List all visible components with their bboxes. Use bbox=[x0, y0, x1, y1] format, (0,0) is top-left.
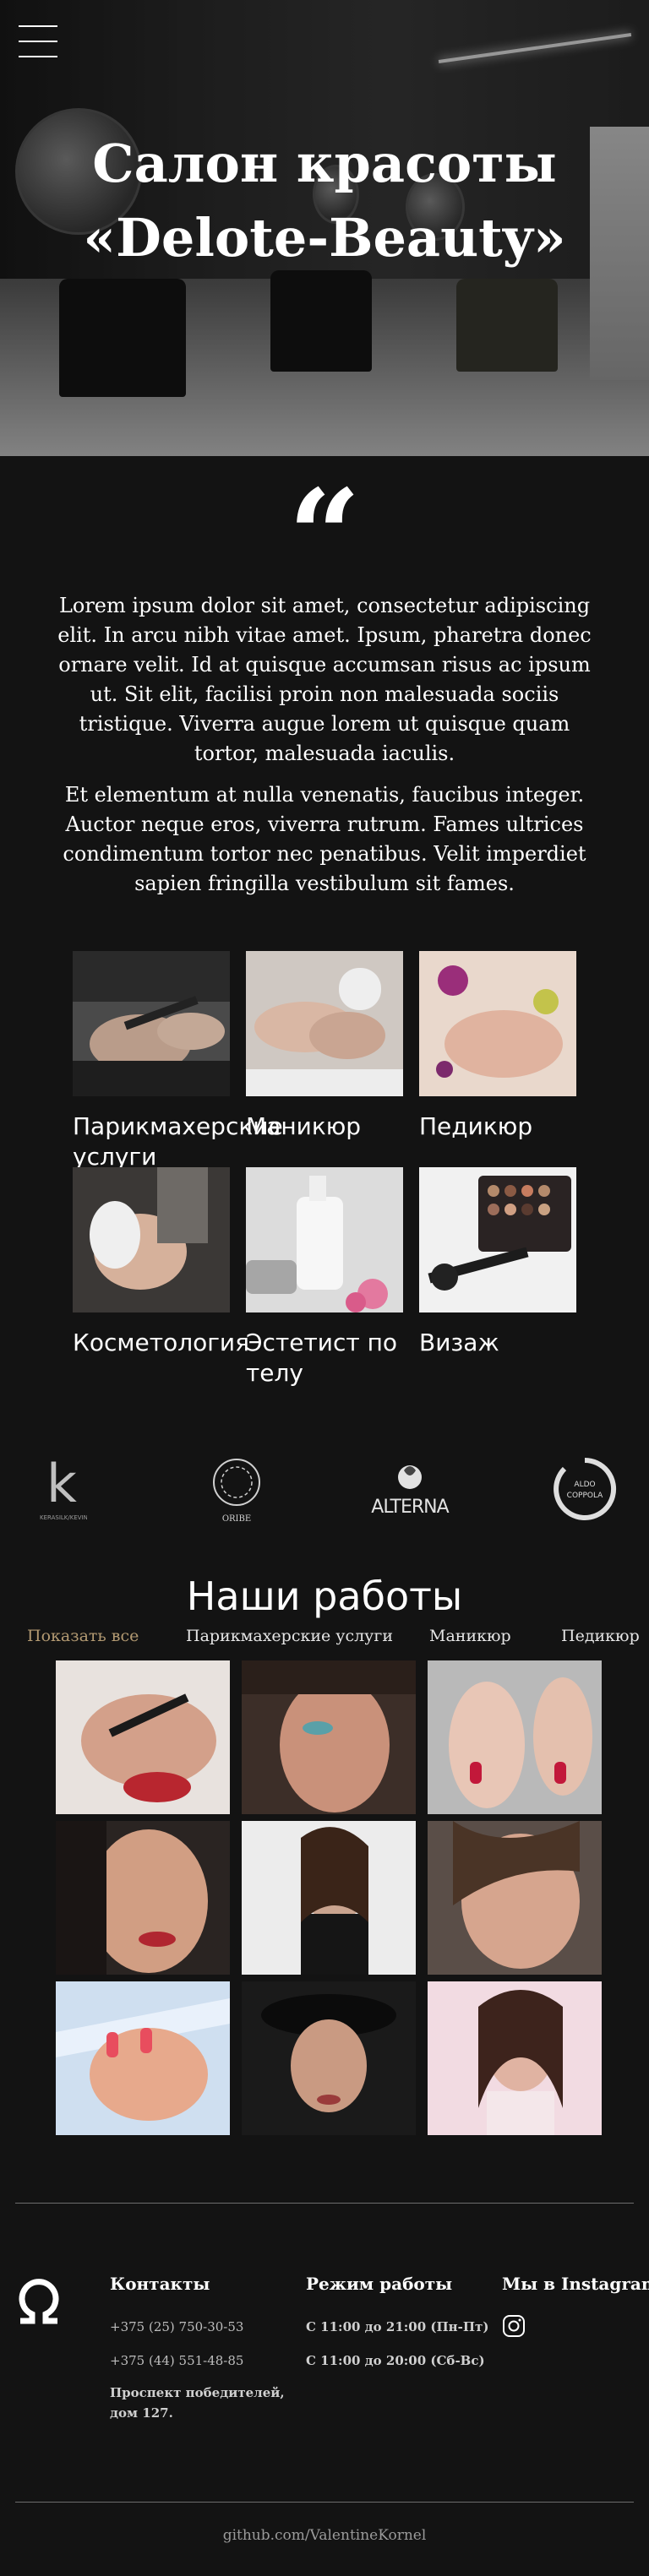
service-label: Эстетист по телу bbox=[246, 1329, 398, 1387]
gallery-item[interactable] bbox=[56, 1821, 230, 1975]
footer-divider-bottom bbox=[15, 2502, 634, 2503]
gallery-item[interactable] bbox=[242, 1821, 416, 1975]
service-image-hairdressing bbox=[73, 951, 230, 1096]
works-title: Наши работы bbox=[186, 1573, 463, 1619]
service-image-manicure bbox=[246, 951, 403, 1096]
quote-text: Lorem ipsum dolor sit amet, consectetur … bbox=[57, 591, 592, 910]
quote-paragraph-2: Et elementum at nulla venenatis, faucibu… bbox=[63, 783, 586, 895]
omega-logo-icon bbox=[12, 2272, 66, 2326]
hero-title-line1: Салон красоты bbox=[92, 133, 557, 194]
gallery-item[interactable] bbox=[56, 1981, 230, 2135]
footer-address-2: дом 127. bbox=[110, 2405, 173, 2421]
service-label: Парикмахерские услуги bbox=[73, 1112, 283, 1171]
service-card-makeup[interactable]: Визаж bbox=[419, 1167, 576, 1358]
service-card-cosmetology[interactable]: Косметология bbox=[73, 1167, 249, 1358]
service-label: Косметология bbox=[73, 1329, 249, 1356]
quote-paragraph-1: Lorem ipsum dolor sit amet, consectetur … bbox=[57, 594, 592, 765]
gallery-item[interactable] bbox=[56, 1660, 230, 1814]
footer-contacts-title: Контакты bbox=[110, 2274, 210, 2294]
service-label: Педикюр bbox=[419, 1112, 533, 1140]
service-label: Визаж bbox=[419, 1329, 499, 1356]
brand-logo-alterna: ALTERNA bbox=[355, 1451, 465, 1527]
service-image-body-esthetics bbox=[246, 1167, 403, 1312]
gallery-item[interactable] bbox=[242, 1660, 416, 1814]
filter-tab-hairdressing[interactable]: Парикмахерские услуги bbox=[186, 1627, 393, 1645]
service-card-pedicure[interactable]: Педикюр bbox=[419, 951, 576, 1142]
footer-divider-top bbox=[15, 2203, 634, 2204]
service-card-hairdressing[interactable]: Парикмахерские услуги bbox=[73, 951, 283, 1172]
footer-hours-title: Режим работы bbox=[306, 2274, 453, 2294]
footer-hours-weekend: С 11:00 до 20:00 (Сб-Вс) bbox=[306, 2353, 485, 2368]
service-image-cosmetology bbox=[73, 1167, 230, 1312]
brand-logo-k: k KERASILK/KEVIN bbox=[34, 1451, 93, 1527]
service-card-manicure[interactable]: Маникюр bbox=[246, 951, 403, 1142]
hamburger-menu-icon[interactable] bbox=[19, 25, 57, 64]
brand-logo-aldo-coppola: ALDO COPPOLA bbox=[549, 1451, 620, 1527]
brands-row: k KERASILK/KEVIN ORIBE ALTERNA ALDO COPPOL… bbox=[0, 1451, 649, 1527]
service-image-makeup bbox=[419, 1167, 576, 1312]
footer-copyright-link[interactable]: github.com/ValentineKornel bbox=[0, 2527, 649, 2544]
service-card-body-esthetics[interactable]: Эстетист по телу bbox=[246, 1167, 403, 1389]
instagram-icon[interactable] bbox=[502, 2314, 526, 2338]
footer-phone-1[interactable]: +375 (25) 750-30-53 bbox=[110, 2319, 243, 2334]
footer-address: Проспект победителей, bbox=[110, 2385, 285, 2400]
filter-tab-manicure[interactable]: Маникюр bbox=[429, 1627, 511, 1645]
filter-tab-pedicure[interactable]: Педикюр bbox=[561, 1627, 640, 1645]
svg-text:COPPOLA: COPPOLA bbox=[567, 1492, 604, 1500]
footer-instagram-title: Мы в Instagram bbox=[502, 2274, 649, 2294]
brand-caption: KERASILK/KEVIN bbox=[40, 1514, 87, 1521]
quote-mark-icon: “ bbox=[287, 462, 362, 611]
svg-text:ALTERNA: ALTERNA bbox=[371, 1497, 449, 1518]
gallery-item[interactable] bbox=[428, 1821, 602, 1975]
footer-phone-2[interactable]: +375 (44) 551-48-85 bbox=[110, 2353, 243, 2368]
works-filter-tabs: Показать все Парикмахерские услуги Маник… bbox=[0, 1627, 649, 1652]
gallery-item[interactable] bbox=[428, 1660, 602, 1814]
hero-section: Салон красоты «Delote-Beauty» bbox=[0, 0, 649, 456]
svg-text:ALDO: ALDO bbox=[574, 1481, 595, 1489]
brand-name: k bbox=[46, 1455, 77, 1514]
hero-title-line2: «Delote-Beauty» bbox=[83, 207, 566, 269]
gallery-item[interactable] bbox=[242, 1981, 416, 2135]
works-gallery bbox=[56, 1660, 602, 2135]
gallery-item[interactable] bbox=[428, 1981, 602, 2135]
service-image-pedicure bbox=[419, 951, 576, 1096]
footer-hours-weekdays: С 11:00 до 21:00 (Пн-Пт) bbox=[306, 2319, 489, 2334]
service-label: Маникюр bbox=[246, 1112, 362, 1140]
svg-text:ORIBE: ORIBE bbox=[222, 1514, 251, 1524]
brand-logo-oribe: ORIBE bbox=[203, 1451, 270, 1527]
hero-title: Салон красоты «Delote-Beauty» bbox=[0, 127, 649, 275]
filter-tab-all[interactable]: Показать все bbox=[27, 1627, 139, 1645]
